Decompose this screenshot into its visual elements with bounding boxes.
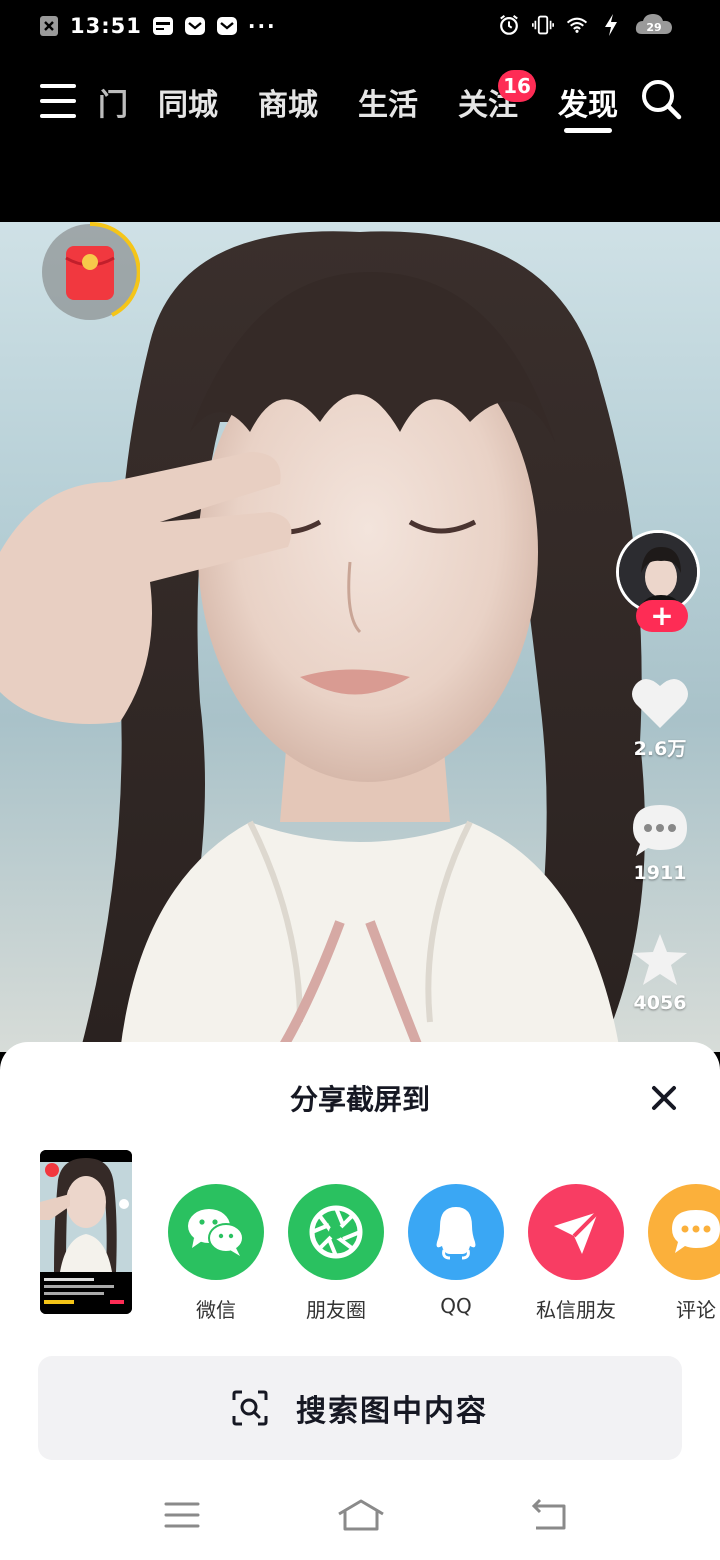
share-label-private: 私信朋友 bbox=[536, 1298, 616, 1322]
video-player[interactable] bbox=[0, 222, 720, 1052]
wifi-icon bbox=[566, 14, 588, 36]
more-notifications: ··· bbox=[247, 14, 277, 38]
sheet-title: 分享截屏到 bbox=[289, 1083, 430, 1116]
screenshot-thumbnail[interactable] bbox=[40, 1150, 132, 1314]
tab-shangcheng[interactable]: 商城 bbox=[258, 80, 318, 124]
following-badge: 16 bbox=[498, 70, 536, 102]
favorite-count: 4056 bbox=[633, 992, 687, 1014]
follow-button[interactable]: + bbox=[636, 600, 688, 632]
like-count: 2.6万 bbox=[633, 738, 687, 760]
search-icon[interactable] bbox=[640, 78, 682, 120]
video-frame bbox=[0, 231, 645, 1052]
battery-icon: 29 bbox=[634, 14, 674, 36]
wechat-icon[interactable] bbox=[168, 1184, 264, 1280]
message-icon bbox=[184, 15, 206, 37]
comment-action[interactable]: 1911 bbox=[612, 802, 708, 884]
charging-icon bbox=[600, 14, 622, 36]
status-time: 13:51 bbox=[70, 14, 142, 38]
tab-shenghuo[interactable]: 生活 bbox=[358, 80, 418, 124]
message-icon bbox=[216, 15, 238, 37]
share-label-moments: 朋友圈 bbox=[306, 1298, 366, 1322]
share-qq[interactable]: QQ bbox=[406, 1184, 506, 1318]
back-icon[interactable] bbox=[530, 1498, 570, 1532]
favorite-action[interactable]: 4056 bbox=[612, 932, 708, 1014]
comment-icon[interactable] bbox=[648, 1184, 720, 1280]
search-image-label: 搜索图中内容 bbox=[296, 1394, 488, 1429]
tab-partial[interactable]: 门 bbox=[98, 80, 128, 124]
send-icon[interactable] bbox=[528, 1184, 624, 1280]
comment-count: 1911 bbox=[633, 862, 687, 884]
star-icon bbox=[633, 934, 687, 985]
comment-icon bbox=[633, 805, 687, 856]
status-bar: 13:51 ··· 29 bbox=[0, 0, 720, 58]
home-icon[interactable] bbox=[336, 1498, 386, 1532]
system-navigation-bar bbox=[0, 1470, 720, 1560]
close-icon[interactable] bbox=[644, 1078, 684, 1118]
alarm-icon bbox=[498, 14, 520, 36]
author-avatar[interactable]: + bbox=[616, 530, 704, 634]
share-label-qq: QQ bbox=[440, 1294, 472, 1318]
red-packet-button[interactable] bbox=[40, 221, 141, 322]
tab-tongcheng[interactable]: 同城 bbox=[158, 80, 218, 124]
active-tab-indicator bbox=[564, 128, 612, 133]
search-image-content-button[interactable]: 搜索图中内容 bbox=[38, 1356, 682, 1460]
menu-button[interactable] bbox=[40, 84, 76, 118]
tab-discover[interactable]: 发现 bbox=[558, 80, 618, 124]
share-label-wechat: 微信 bbox=[196, 1298, 236, 1322]
share-moments[interactable]: 朋友圈 bbox=[286, 1184, 386, 1323]
close-box-icon bbox=[38, 15, 60, 37]
vibrate-icon bbox=[532, 14, 554, 36]
menu-icon[interactable] bbox=[162, 1498, 202, 1532]
heart-icon bbox=[632, 678, 688, 728]
share-comment[interactable]: 评论 bbox=[646, 1184, 720, 1323]
battery-level: 29 bbox=[646, 21, 661, 34]
share-private-message[interactable]: 私信朋友 bbox=[526, 1184, 626, 1323]
share-wechat[interactable]: 微信 bbox=[166, 1184, 266, 1323]
qq-icon[interactable] bbox=[408, 1184, 504, 1280]
share-label-comment: 评论 bbox=[676, 1298, 716, 1322]
like-action[interactable]: 2.6万 bbox=[612, 674, 708, 761]
moments-icon[interactable] bbox=[288, 1184, 384, 1280]
scan-search-icon bbox=[232, 1390, 268, 1426]
top-nav: 门 同城 商城 生活 关注 16 发现 bbox=[0, 58, 720, 222]
card-icon bbox=[152, 15, 174, 37]
